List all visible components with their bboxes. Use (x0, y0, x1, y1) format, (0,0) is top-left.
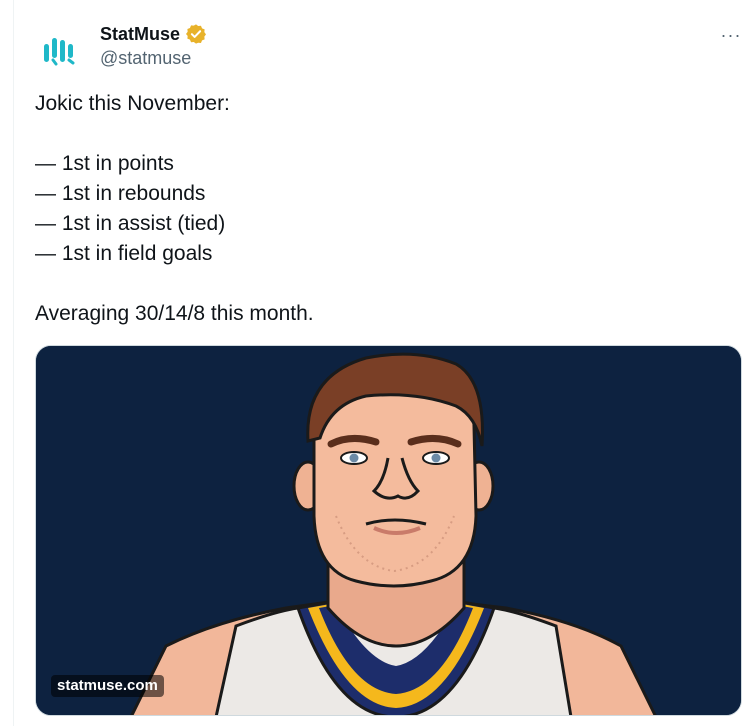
tweet-line: — 1st in points (35, 152, 174, 175)
tweet-line: — 1st in rebounds (35, 182, 206, 205)
player-illustration (36, 346, 741, 715)
author-name-row[interactable]: StatMuse (100, 22, 207, 46)
tweet-line: — 1st in assist (tied) (35, 212, 226, 235)
tweet-media-image[interactable]: statmuse.com (35, 345, 742, 716)
more-options-button[interactable]: ··· (716, 20, 746, 50)
tweet-line (35, 269, 735, 299)
timeline-divider (13, 0, 14, 726)
author-display-name[interactable]: StatMuse (100, 24, 180, 45)
tweet-line: — 1st in field goals (35, 242, 213, 265)
tweet-text: Jokic this November: — 1st in points — 1… (35, 89, 735, 329)
verified-badge-icon (186, 24, 207, 44)
statmuse-logo-icon (44, 38, 75, 66)
tweet-line (35, 119, 735, 149)
tweet-line: Averaging 30/14/8 this month. (35, 302, 314, 325)
media-watermark: statmuse.com (51, 675, 164, 697)
more-options-icon: ··· (720, 24, 742, 45)
tweet-line: Jokic this November: (35, 92, 230, 115)
author-handle[interactable]: @statmuse (100, 48, 191, 69)
author-avatar[interactable] (36, 26, 84, 74)
